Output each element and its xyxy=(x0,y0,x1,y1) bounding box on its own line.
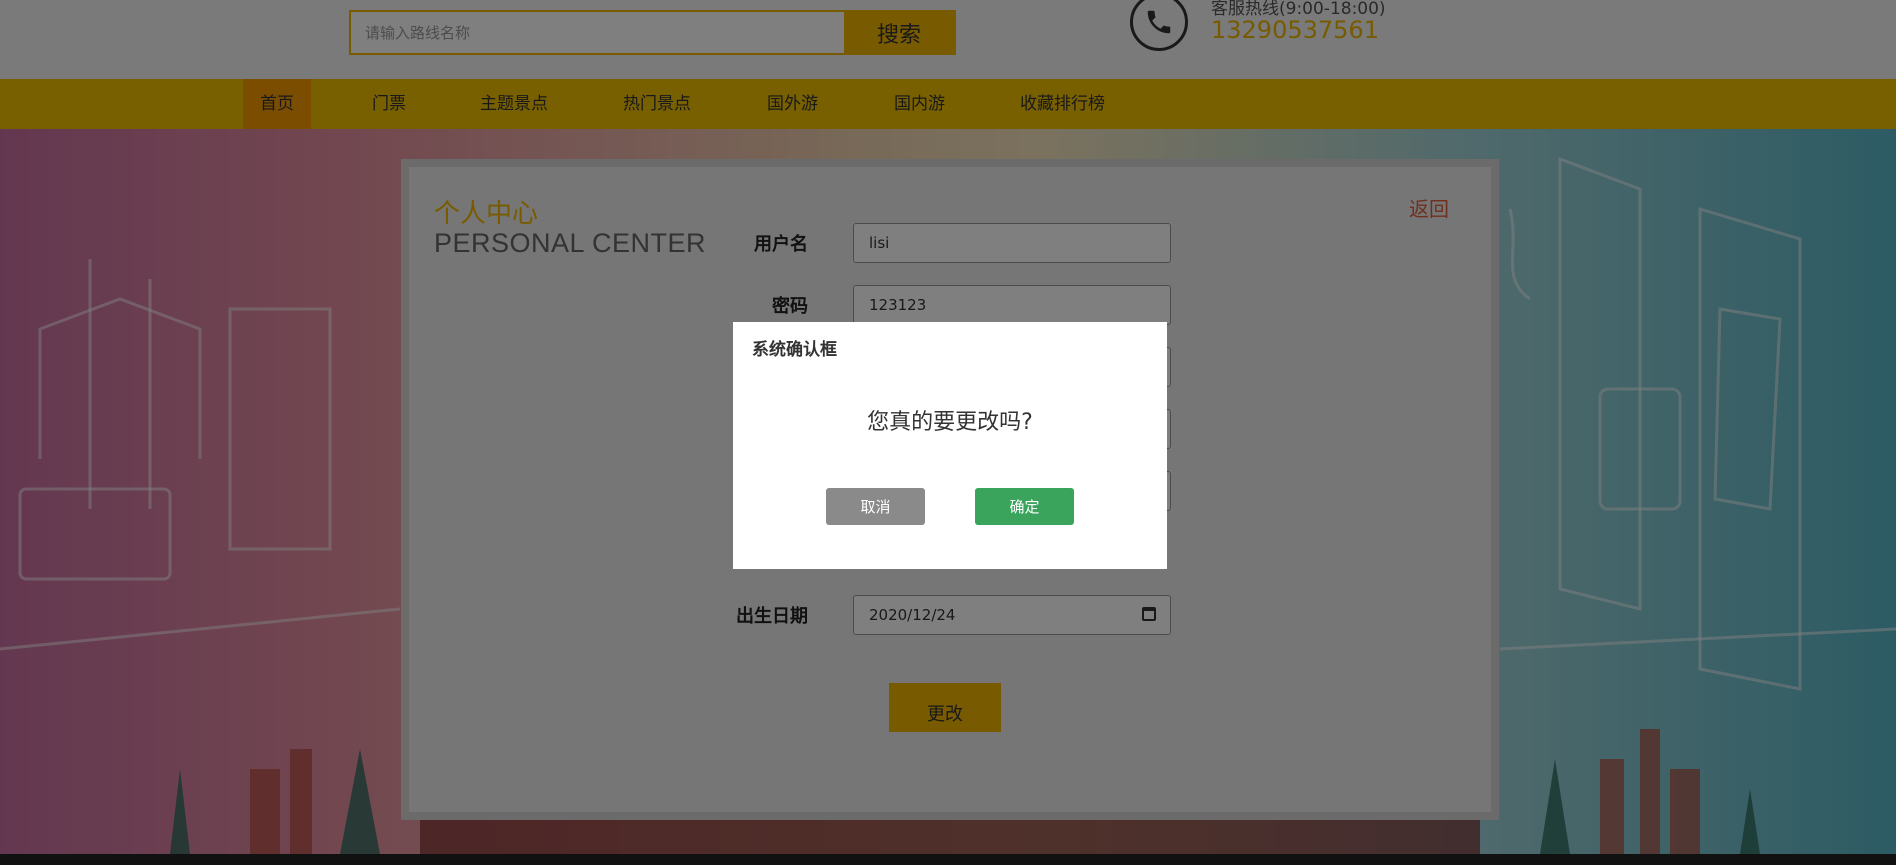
confirm-button[interactable]: 确定 xyxy=(975,488,1074,525)
dialog-title: 系统确认框 xyxy=(752,340,837,360)
cancel-button[interactable]: 取消 xyxy=(826,488,925,525)
dialog-message: 您真的要更改吗? xyxy=(867,410,1033,435)
confirm-dialog: 系统确认框 您真的要更改吗? 取消 确定 xyxy=(733,322,1167,569)
